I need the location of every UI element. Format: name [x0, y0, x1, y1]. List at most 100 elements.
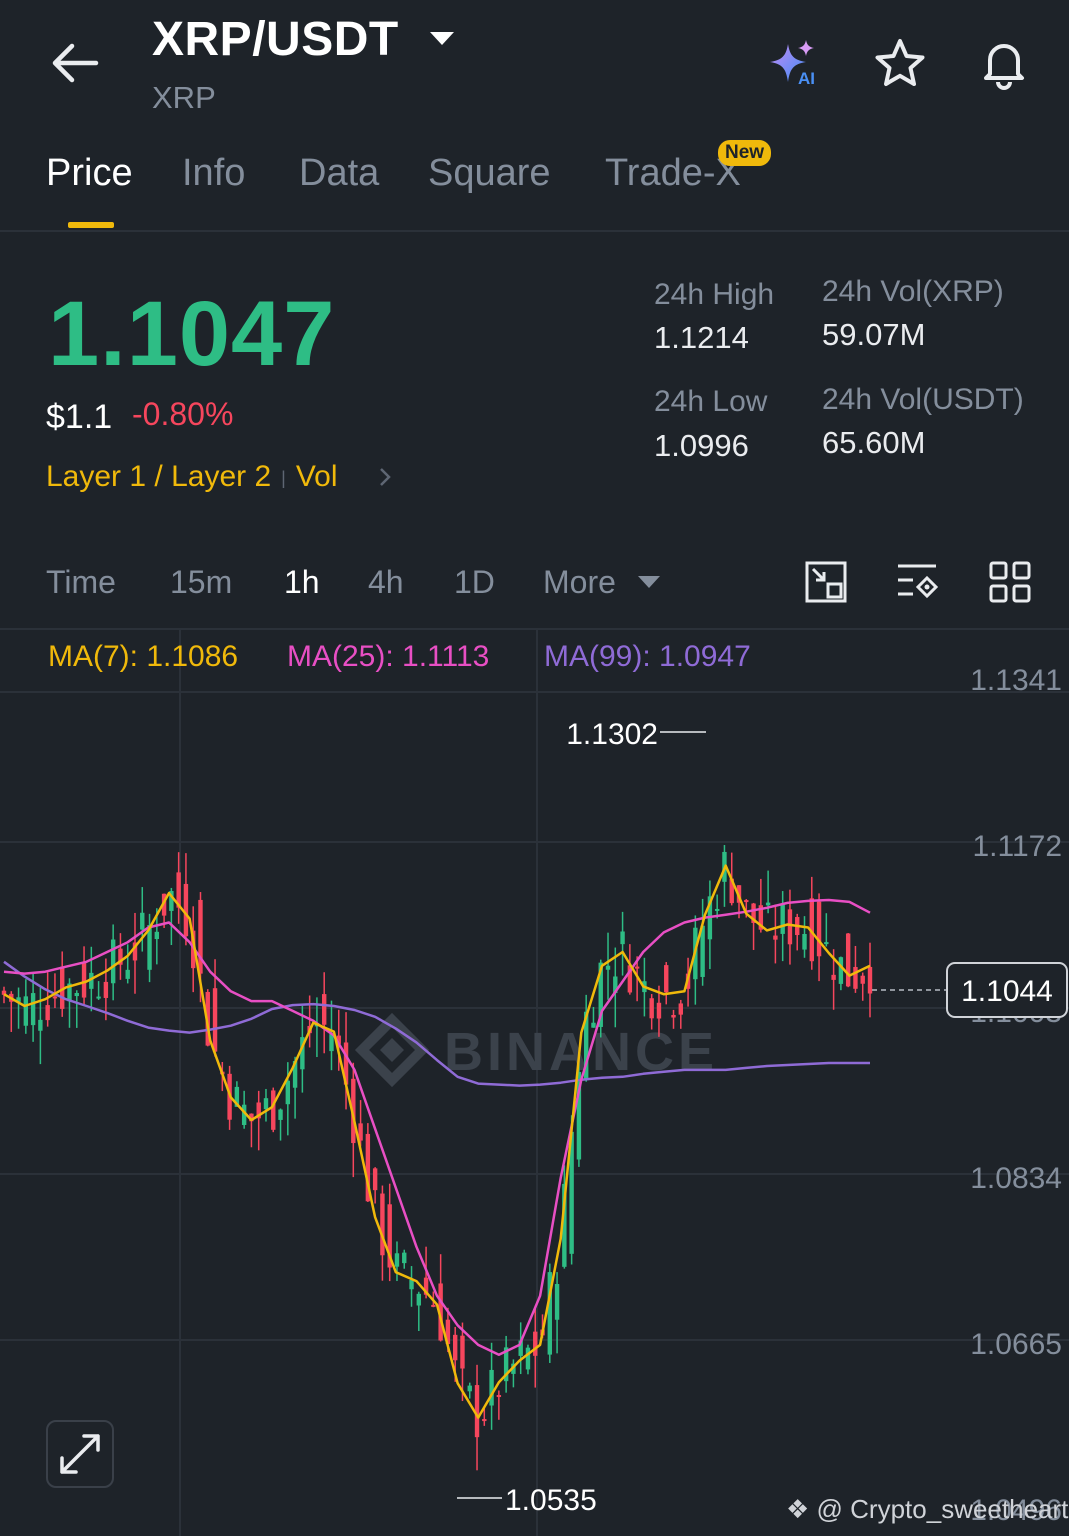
ai-sparkle-icon[interactable]: AI	[766, 36, 822, 92]
candle-body	[402, 1252, 407, 1264]
tab-data[interactable]: Data	[299, 152, 379, 195]
candle-body	[103, 981, 109, 998]
candle-body	[496, 1395, 502, 1398]
candle-body	[845, 933, 851, 987]
y-axis-tick-label: 1.0665	[970, 1328, 1062, 1361]
candle-body	[678, 1003, 683, 1015]
y-axis-tick-label: 1.1341	[970, 664, 1062, 697]
candle-body	[605, 965, 611, 970]
tabs-divider	[0, 230, 1069, 232]
tab-price[interactable]: Price	[46, 152, 133, 195]
candle-body	[482, 1419, 487, 1422]
candle-body	[278, 1109, 283, 1120]
candle-body	[831, 974, 836, 980]
base-asset-label: XRP	[152, 80, 216, 115]
candle-body	[824, 942, 829, 945]
timeframe-1d[interactable]: 1D	[454, 564, 495, 601]
tag-layer[interactable]: Layer 1 / Layer 2	[46, 460, 271, 493]
candle-body	[212, 988, 218, 1052]
chart-resize-icon[interactable]	[804, 560, 848, 604]
candle-body	[744, 900, 749, 903]
tab-info[interactable]: Info	[182, 152, 245, 195]
candle-body	[198, 899, 203, 974]
candle-body	[816, 901, 822, 957]
y-axis-tick-label: 1.1172	[972, 830, 1062, 863]
binance-square-icon: ❖	[786, 1494, 810, 1524]
timeframe-1h[interactable]: 1h	[284, 564, 320, 601]
binance-logo-core	[380, 1038, 404, 1062]
ma99-line	[3, 960, 870, 1087]
timeframe-time[interactable]: Time	[46, 564, 116, 601]
candle-body	[671, 1014, 676, 1018]
expand-chart-button[interactable]	[46, 1420, 114, 1488]
candle-body	[489, 1369, 494, 1406]
candle-body	[787, 909, 793, 945]
candle-body	[765, 902, 771, 906]
candle-body	[452, 1334, 458, 1361]
candle-body	[154, 931, 160, 940]
stat-vol-base-label: 24h Vol(XRP)	[822, 275, 1004, 308]
timeframe-15m[interactable]: 15m	[170, 564, 232, 601]
candle-body	[416, 1293, 422, 1306]
candle-body	[467, 1385, 472, 1392]
candle-body	[802, 933, 807, 950]
candle-body	[394, 1253, 400, 1267]
candle-body	[714, 908, 720, 911]
tab-square[interactable]: Square	[428, 152, 551, 195]
stat-vol-quote-label: 24h Vol(USDT)	[822, 383, 1024, 416]
usd-price: $1.1	[46, 398, 113, 436]
ma25-legend[interactable]: MA(25): 1.1113	[287, 640, 489, 674]
candle-body	[431, 1304, 436, 1307]
ma25-line	[3, 898, 871, 1356]
stat-vol-quote-value: 65.60M	[822, 425, 926, 460]
candle-body	[263, 1098, 269, 1110]
low-price-marker: 1.0535	[505, 1484, 597, 1517]
candle-body	[45, 1005, 50, 1021]
candle-body	[52, 996, 58, 999]
creator-watermark: ❖ @ Crypto_sweetheart	[786, 1494, 1069, 1524]
candle-body	[656, 1002, 662, 1019]
candlestick-chart[interactable]: BINANCE 1.13411.11721.10031.08341.06651.…	[0, 630, 1069, 1536]
candle-body	[525, 1347, 531, 1370]
candle-body	[96, 996, 101, 999]
timeframe-more[interactable]: More	[543, 564, 616, 601]
grid-layout-icon[interactable]	[988, 560, 1032, 604]
candle-body	[649, 998, 654, 1019]
pair-dropdown-caret-icon[interactable]	[430, 32, 454, 45]
candle-body	[183, 883, 189, 937]
ma7-legend[interactable]: MA(7): 1.1086	[48, 640, 238, 674]
candle-body	[38, 1019, 43, 1031]
stat-low-label: 24h Low	[654, 385, 768, 418]
indicator-settings-icon[interactable]	[895, 560, 939, 604]
candle-body	[372, 1168, 378, 1191]
candle-body	[867, 966, 873, 994]
new-badge: New	[718, 140, 772, 166]
candle-body	[322, 994, 327, 1025]
active-tab-indicator	[68, 222, 114, 228]
candle-body	[409, 1279, 414, 1290]
candle-body	[620, 931, 625, 945]
candle-body	[554, 1284, 560, 1320]
more-caret-icon[interactable]	[638, 576, 660, 588]
tag-vol[interactable]: Vol	[296, 460, 338, 493]
category-tags[interactable]: Layer 1 / Layer 2 | Vol	[46, 460, 338, 494]
candle-body	[860, 975, 865, 984]
stat-vol-base-value: 59.07M	[822, 317, 926, 352]
candle-body	[110, 939, 116, 984]
candle-body	[271, 1090, 276, 1130]
candle-body	[125, 969, 130, 979]
timeframe-4h[interactable]: 4h	[368, 564, 404, 601]
chevron-right-icon[interactable]	[378, 466, 392, 488]
star-icon[interactable]	[872, 36, 928, 92]
back-arrow-icon[interactable]	[48, 38, 104, 88]
stat-high-value: 1.1214	[654, 320, 749, 355]
candle-body	[460, 1335, 465, 1369]
candle-body	[591, 1022, 596, 1028]
current-price-label: 1.1044	[961, 975, 1053, 1008]
ma99-legend[interactable]: MA(99): 1.0947	[544, 640, 751, 674]
expand-arrows-icon	[60, 1434, 100, 1474]
bell-icon[interactable]	[976, 36, 1032, 92]
pair-title[interactable]: XRP/USDT	[152, 12, 399, 67]
high-price-marker: 1.1302	[566, 718, 658, 751]
candle-body	[664, 965, 669, 993]
